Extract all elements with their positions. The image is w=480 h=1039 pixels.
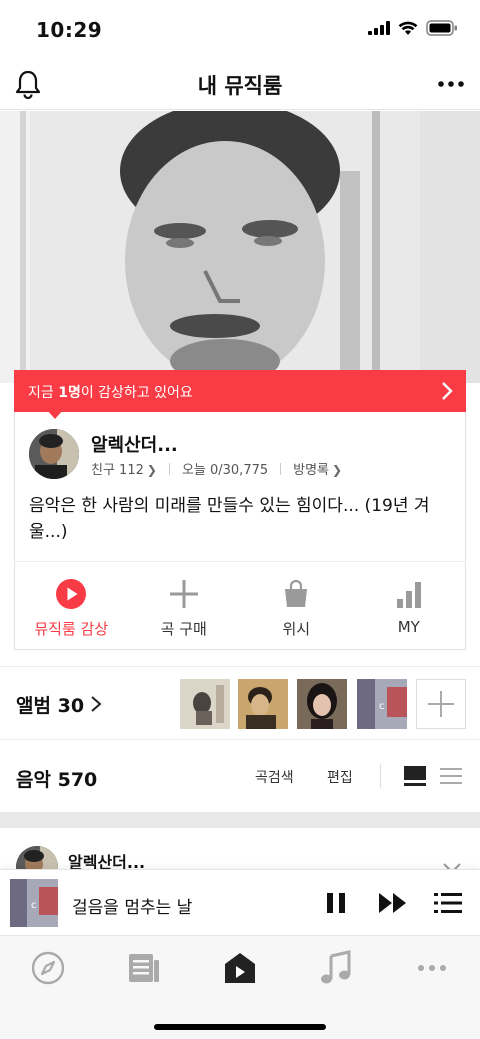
listening-banner[interactable]: 지금 1명이 감상하고 있어요 bbox=[14, 370, 466, 419]
action-label: 뮤직룸 감상 bbox=[34, 620, 109, 638]
profile-name[interactable]: 알렉산더... bbox=[91, 431, 178, 457]
bar-chart-icon bbox=[396, 582, 421, 608]
friends-link[interactable]: 친구 112 ❯ bbox=[91, 459, 157, 478]
album-title[interactable]: 앨범 30 bbox=[16, 691, 84, 718]
album-thumb[interactable] bbox=[238, 679, 288, 729]
page-title: 내 뮤직룸 bbox=[197, 74, 283, 98]
feed-icon[interactable] bbox=[126, 950, 162, 986]
status-icons bbox=[368, 20, 458, 36]
nav-bar: 내 뮤직룸 bbox=[0, 60, 480, 110]
avatar[interactable] bbox=[29, 429, 79, 479]
music-note-icon[interactable] bbox=[318, 950, 354, 986]
section-separator bbox=[0, 812, 480, 828]
status-time: 10:29 bbox=[36, 18, 103, 42]
svg-text:c: c bbox=[379, 701, 385, 712]
post-item[interactable]: 알렉산더... bbox=[0, 828, 480, 873]
divider bbox=[168, 462, 170, 475]
wish-button[interactable]: 위시 bbox=[240, 562, 353, 651]
chevron-right-icon bbox=[442, 382, 453, 400]
action-bar: 뮤직룸 감상 곡 구매 위시 MY bbox=[15, 561, 465, 651]
divider bbox=[280, 462, 282, 475]
now-playing-title: 걸음을 멈추는 날 bbox=[72, 898, 193, 918]
mini-player[interactable]: c 걸음을 멈추는 날 bbox=[0, 869, 480, 935]
profile-bio: 음악은 한 사람의 미래를 만들수 있는 힘이다... (19년 겨울...) bbox=[29, 496, 430, 542]
divider bbox=[380, 764, 381, 788]
buy-song-button[interactable]: 곡 구매 bbox=[128, 562, 241, 651]
edit-button[interactable]: 편집 bbox=[327, 767, 353, 787]
my-button[interactable]: MY bbox=[353, 562, 466, 651]
plus-icon bbox=[428, 691, 454, 717]
home-indicator bbox=[154, 1024, 326, 1030]
list-view-icon[interactable] bbox=[440, 766, 462, 786]
status-bar: 10:29 bbox=[0, 0, 480, 60]
compass-icon[interactable] bbox=[30, 950, 66, 986]
album-thumb[interactable] bbox=[297, 679, 347, 729]
shopping-bag-icon bbox=[285, 579, 308, 607]
cover-image bbox=[0, 111, 480, 383]
playlist-icon[interactable] bbox=[434, 891, 462, 915]
more-icon[interactable] bbox=[436, 72, 466, 96]
pause-icon[interactable] bbox=[324, 891, 348, 915]
action-label: 위시 bbox=[282, 620, 311, 638]
banner-tail bbox=[47, 410, 63, 419]
add-album-button[interactable] bbox=[416, 679, 466, 729]
cover-photo bbox=[0, 111, 480, 383]
album-thumb[interactable] bbox=[180, 679, 230, 729]
chevron-right-icon[interactable] bbox=[90, 695, 102, 713]
svg-text:c: c bbox=[31, 900, 37, 911]
guestbook-link[interactable]: 방명록 ❯ bbox=[293, 459, 342, 478]
action-label: MY bbox=[397, 618, 420, 636]
fast-forward-icon[interactable] bbox=[378, 891, 408, 915]
plus-icon bbox=[169, 580, 198, 608]
album-section: 앨범 30 c bbox=[0, 666, 480, 740]
profile-card: 지금 1명이 감상하고 있어요 알렉산더... 친구 112 ❯ 오늘 0/30,… bbox=[14, 370, 466, 650]
tab-bar bbox=[0, 935, 480, 1039]
action-label: 곡 구매 bbox=[160, 620, 207, 638]
album-art: c bbox=[10, 879, 58, 927]
wifi-icon bbox=[398, 21, 418, 35]
today-visits: 오늘 0/30,775 bbox=[181, 463, 269, 478]
album-thumb[interactable]: c bbox=[357, 679, 407, 729]
battery-icon bbox=[426, 20, 457, 36]
music-section: 음악 570 곡검색 편집 bbox=[0, 740, 480, 812]
grid-view-icon[interactable] bbox=[404, 766, 426, 786]
listening-banner-text: 지금 1명이 감상하고 있어요 bbox=[28, 385, 193, 401]
music-title: 음악 570 bbox=[16, 769, 98, 791]
more-icon[interactable] bbox=[414, 950, 450, 986]
signal-icon bbox=[368, 21, 390, 35]
song-search-button[interactable]: 곡검색 bbox=[255, 767, 294, 787]
profile-stats: 친구 112 ❯ 오늘 0/30,775 방명록 ❯ bbox=[91, 459, 342, 478]
music-room-icon[interactable] bbox=[222, 950, 258, 986]
play-circle-icon bbox=[56, 579, 87, 609]
listen-room-button[interactable]: 뮤직룸 감상 bbox=[15, 562, 128, 651]
